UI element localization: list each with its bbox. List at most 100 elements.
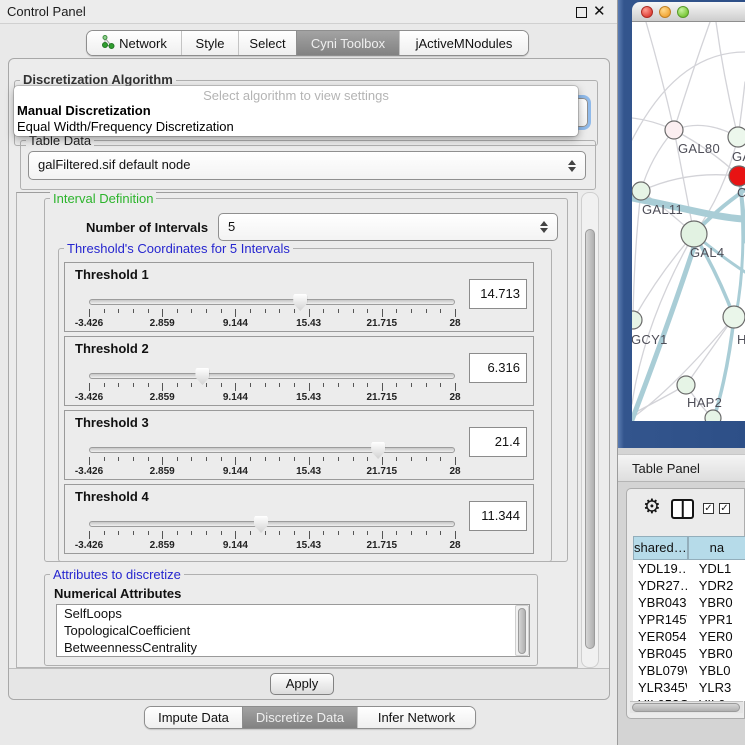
checkbox-icon[interactable]: ✓ — [703, 503, 714, 514]
horizontal-scrollbar-thumb[interactable] — [632, 703, 740, 712]
zoom-traffic-light-icon[interactable] — [677, 6, 689, 18]
attributes-group-title: Attributes to discretize — [50, 567, 184, 582]
network-node-gal80[interactable] — [665, 121, 683, 139]
number-of-intervals-combobox[interactable]: 5 — [218, 213, 558, 241]
tab-jactivemnodules[interactable]: jActiveMNodules — [399, 31, 528, 55]
checkbox-icon[interactable]: ✓ — [719, 503, 730, 514]
column-header-na[interactable]: na — [688, 536, 745, 560]
attributes-scrollbar-track[interactable] — [515, 605, 529, 656]
network-node-label: GA — [732, 149, 745, 164]
table-row[interactable]: YBR045CYBR0 — [633, 645, 745, 662]
threshold-2-slider-thumb[interactable] — [195, 368, 209, 385]
close-traffic-light-icon[interactable] — [641, 6, 653, 18]
table-data-combobox[interactable]: galFiltered.sif default node — [28, 151, 586, 180]
attributes-scrollbar-thumb[interactable] — [518, 608, 526, 654]
table-row[interactable]: YBR043CYBR0 — [633, 594, 745, 611]
network-edge[interactable] — [646, 22, 674, 130]
network-edge[interactable] — [641, 130, 674, 191]
network-node-partial-bottom[interactable] — [705, 410, 721, 421]
network-node-red-node[interactable] — [729, 166, 745, 186]
tick-mark — [382, 531, 383, 539]
table-cell[interactable]: YER054C — [633, 628, 687, 645]
table-cell[interactable]: YER0 — [687, 628, 745, 645]
network-edge[interactable] — [686, 317, 734, 385]
threshold-3-slider-track[interactable] — [89, 447, 455, 453]
table-cell[interactable]: YBL079W — [633, 662, 687, 679]
numerical-attribute-item[interactable]: BetweennessCentrality — [57, 639, 529, 656]
network-node-unnamed-top-right[interactable] — [728, 127, 745, 147]
dropdown-hint: Select algorithm to view settings — [14, 88, 578, 103]
network-node-gal11[interactable] — [632, 182, 650, 200]
network-canvas[interactable]: GAL80GACGAL11GAL4GCY1HHAP2 — [632, 22, 745, 421]
table-cell[interactable]: YBR045C — [633, 645, 687, 662]
threshold-1-slider-track[interactable] — [89, 299, 455, 305]
table-cell[interactable]: YBL0 — [687, 662, 745, 679]
main-scrollbar-thumb[interactable] — [585, 229, 595, 649]
table-cell[interactable]: YDL19… — [633, 560, 687, 577]
tick-mark — [455, 383, 456, 391]
float-window-icon[interactable] — [576, 7, 587, 18]
numerical-attributes-list[interactable]: SelfLoopsTopologicalCoefficientBetweenne… — [56, 604, 530, 657]
tab-cyni-toolbox[interactable]: Cyni Toolbox — [296, 31, 399, 55]
dropdown-option-manual-discretization[interactable]: Manual Discretization — [17, 103, 151, 118]
network-edge[interactable] — [641, 175, 739, 191]
threshold-1-value-field[interactable]: 14.713 — [469, 279, 527, 309]
network-node-hap2[interactable] — [677, 376, 695, 394]
minimize-traffic-light-icon[interactable] — [659, 6, 671, 18]
main-scrollbar-track[interactable] — [581, 192, 599, 668]
table-cell[interactable]: YBR0 — [687, 645, 745, 662]
tick-mark — [338, 383, 339, 387]
threshold-4-slider-track[interactable] — [89, 521, 455, 527]
dropdown-option-equal-width-frequency[interactable]: Equal Width/Frequency Discretization — [17, 119, 234, 134]
table-cell[interactable]: YDL1 — [687, 560, 745, 577]
close-icon[interactable]: ✕ — [593, 2, 606, 20]
threshold-4-slider-thumb[interactable] — [254, 516, 268, 533]
table-cell[interactable]: YBR043C — [633, 594, 687, 611]
threshold-2-value-field[interactable]: 6.316 — [469, 353, 527, 383]
numerical-attribute-item[interactable]: SelfLoops — [57, 605, 529, 622]
table-cell[interactable]: YDR27… — [633, 577, 687, 594]
table-row[interactable]: YLR345WYLR3 — [633, 679, 745, 696]
tick-mark — [279, 383, 280, 387]
horizontal-scrollbar-track[interactable] — [630, 701, 743, 713]
tab-select[interactable]: Select — [238, 31, 296, 55]
table-row[interactable]: YDR27…YDR2 — [633, 577, 745, 594]
tick-mark — [353, 457, 354, 461]
network-edge[interactable] — [632, 52, 745, 140]
network-edge[interactable] — [716, 22, 738, 137]
tab-network[interactable]: Network — [87, 31, 181, 55]
network-node-gal4[interactable] — [681, 221, 707, 247]
threshold-4-value-field[interactable]: 11.344 — [469, 501, 527, 531]
threshold-2-slider-track[interactable] — [89, 373, 455, 379]
gear-icon[interactable]: ⚙ — [643, 497, 661, 517]
table-cell[interactable]: YLR3 — [687, 679, 745, 696]
numerical-attribute-item[interactable]: TopologicalCoefficient — [57, 622, 529, 639]
table-cell[interactable]: YBR0 — [687, 594, 745, 611]
tick-mark — [338, 309, 339, 313]
threshold-3-slider-thumb[interactable] — [371, 442, 385, 459]
network-node-h-node[interactable] — [723, 306, 745, 328]
tick-mark — [235, 309, 236, 317]
table-row[interactable]: YBL079WYBL0 — [633, 662, 745, 679]
threshold-3-value-field[interactable]: 21.4 — [469, 427, 527, 457]
table-cell[interactable]: YLR345W — [633, 679, 687, 696]
tab-discretize-data[interactable]: Discretize Data — [242, 707, 357, 728]
tab-style[interactable]: Style — [181, 31, 238, 55]
threshold-1-slider-thumb[interactable] — [293, 294, 307, 311]
tab-impute-data[interactable]: Impute Data — [145, 707, 242, 728]
table-row[interactable]: YDL19…YDL1 — [633, 560, 745, 577]
network-icon — [101, 34, 115, 52]
split-view-icon[interactable] — [671, 499, 694, 519]
table-header-row: shared…na — [633, 536, 745, 560]
table-cell[interactable]: YPR145W — [633, 611, 687, 628]
column-header-shared[interactable]: shared… — [633, 536, 688, 560]
network-node-gcy1[interactable] — [632, 311, 642, 329]
table-cell[interactable]: YDR2 — [687, 577, 745, 594]
table-cell[interactable]: YPR1 — [687, 611, 745, 628]
table-row[interactable]: YER054CYER0 — [633, 628, 745, 645]
apply-button[interactable]: Apply — [270, 673, 334, 695]
tab-infer-network[interactable]: Infer Network — [357, 707, 475, 728]
tick-mark — [396, 457, 397, 461]
table-row[interactable]: YPR145WYPR1 — [633, 611, 745, 628]
network-edge[interactable] — [633, 191, 641, 320]
